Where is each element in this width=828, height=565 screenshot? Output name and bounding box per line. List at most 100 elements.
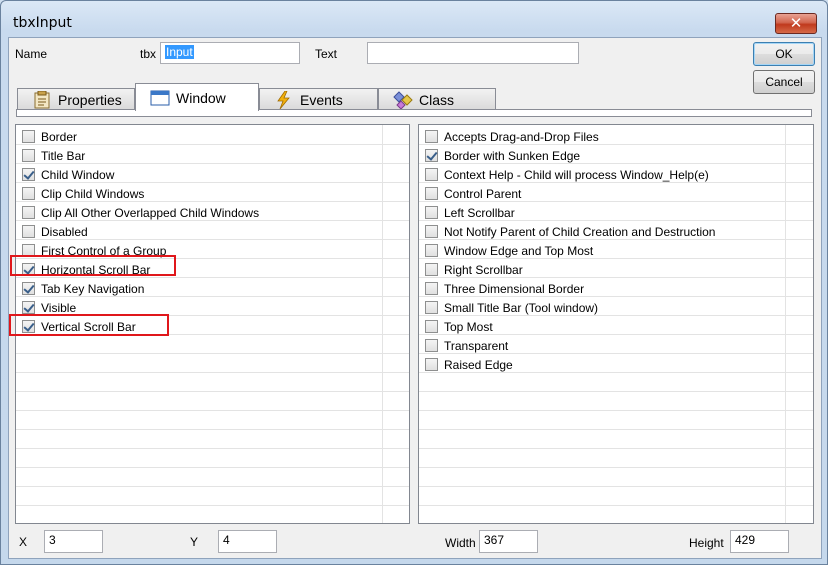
list-item-label: Vertical Scroll Bar <box>41 319 136 334</box>
checkbox[interactable] <box>22 149 35 162</box>
checkbox[interactable] <box>22 187 35 200</box>
list-item[interactable]: Window Edge and Top Most <box>419 241 593 260</box>
list-item[interactable]: Control Parent <box>419 184 521 203</box>
list-item-label: Horizontal Scroll Bar <box>41 262 151 277</box>
text-input[interactable] <box>367 42 579 64</box>
y-input[interactable]: 4 <box>218 530 277 553</box>
list-item[interactable]: Horizontal Scroll Bar <box>16 260 150 279</box>
close-button[interactable]: ✕ <box>775 13 817 34</box>
width-input[interactable]: 367 <box>479 530 538 553</box>
tab-properties[interactable]: Properties <box>17 88 135 110</box>
list-item[interactable]: Clip All Other Overlapped Child Windows <box>16 203 259 222</box>
list-item[interactable]: Disabled <box>16 222 88 241</box>
client-area: Name tbx Input Text OK Cancel Properties… <box>8 37 822 559</box>
tab-class-label: Class <box>419 91 455 108</box>
window-title: tbxInput <box>13 15 72 31</box>
list-item[interactable]: Raised Edge <box>419 355 513 374</box>
checkbox[interactable] <box>425 282 438 295</box>
list-item-label: Clip Child Windows <box>41 186 145 201</box>
checkbox[interactable] <box>22 225 35 238</box>
list-item-label: Context Help - Child will process Window… <box>444 167 709 182</box>
list-item-label: Accepts Drag-and-Drop Files <box>444 129 599 144</box>
list-item[interactable]: Border with Sunken Edge <box>419 146 580 165</box>
title-bar[interactable]: tbxInput ✕ <box>1 1 827 41</box>
list-item[interactable]: Accepts Drag-and-Drop Files <box>419 127 599 146</box>
checkbox[interactable] <box>425 358 438 371</box>
x-input[interactable]: 3 <box>44 530 103 553</box>
x-label: X <box>19 535 28 549</box>
list-item-label: Border with Sunken Edge <box>444 148 581 163</box>
checkbox[interactable] <box>22 301 35 314</box>
checkbox[interactable] <box>22 282 35 295</box>
height-input-value: 429 <box>735 533 756 547</box>
list-item-label: Border <box>41 129 78 144</box>
list-item[interactable]: First Control of a Group <box>16 241 166 260</box>
checkbox[interactable] <box>22 244 35 257</box>
list-item[interactable]: Left Scrollbar <box>419 203 515 222</box>
checkbox[interactable] <box>425 263 438 276</box>
checkbox[interactable] <box>425 206 438 219</box>
ok-button[interactable]: OK <box>753 42 815 66</box>
checkbox[interactable] <box>425 149 438 162</box>
list-item[interactable]: Border <box>16 127 77 146</box>
list-item-label: Window Edge and Top Most <box>444 243 594 258</box>
height-input[interactable]: 429 <box>730 530 789 553</box>
list-item-label: Disabled <box>41 224 88 239</box>
checkbox[interactable] <box>425 320 438 333</box>
list-item[interactable]: Tab Key Navigation <box>16 279 144 298</box>
list-item-label: Clip All Other Overlapped Child Windows <box>41 205 260 220</box>
list-item[interactable]: Child Window <box>16 165 114 184</box>
list-item[interactable]: Right Scrollbar <box>419 260 523 279</box>
list-item[interactable]: Vertical Scroll Bar <box>16 317 136 336</box>
y-input-value: 4 <box>223 533 230 547</box>
list-item-label: Child Window <box>41 167 115 182</box>
list-column-divider <box>785 125 786 523</box>
right-style-list[interactable]: Accepts Drag-and-Drop Files Border with S… <box>418 124 814 524</box>
list-item[interactable]: Transparent <box>419 336 508 355</box>
checkbox[interactable] <box>22 168 35 181</box>
list-item-label: Tab Key Navigation <box>41 281 145 296</box>
checkbox[interactable] <box>425 225 438 238</box>
list-item-label: Visible <box>41 300 77 315</box>
name-input-value: Input <box>165 45 194 59</box>
list-item[interactable]: Context Help - Child will process Window… <box>419 165 709 184</box>
text-label: Text <box>315 47 338 61</box>
list-item-label: Not Notify Parent of Child Creation and … <box>444 224 716 239</box>
list-item[interactable]: Visible <box>16 298 76 317</box>
checkbox[interactable] <box>425 301 438 314</box>
list-item[interactable]: Three Dimensional Border <box>419 279 584 298</box>
lightning-icon <box>274 90 294 109</box>
checkbox[interactable] <box>425 130 438 143</box>
list-item-label: Small Title Bar (Tool window) <box>444 300 599 315</box>
close-icon: ✕ <box>789 14 803 32</box>
ok-button-label: OK <box>775 47 793 61</box>
name-input[interactable]: Input <box>160 42 300 64</box>
properties-icon <box>32 90 52 109</box>
name-prefix: tbx <box>139 47 156 61</box>
list-item[interactable]: Small Title Bar (Tool window) <box>419 298 598 317</box>
list-item[interactable]: Not Notify Parent of Child Creation and … <box>419 222 715 241</box>
list-item[interactable]: Clip Child Windows <box>16 184 144 203</box>
checkbox[interactable] <box>22 130 35 143</box>
list-item-label: First Control of a Group <box>41 243 167 258</box>
checkbox[interactable] <box>425 339 438 352</box>
tab-window[interactable]: Window <box>135 83 259 111</box>
list-item[interactable]: Top Most <box>419 317 493 336</box>
width-input-value: 367 <box>484 533 505 547</box>
checkbox[interactable] <box>22 206 35 219</box>
checkbox[interactable] <box>425 168 438 181</box>
checkbox[interactable] <box>425 187 438 200</box>
checkbox[interactable] <box>425 244 438 257</box>
tab-properties-label: Properties <box>58 91 122 108</box>
left-style-list[interactable]: Border Title Bar Child Window Clip Child Wi… <box>15 124 410 524</box>
height-label: Height <box>689 536 724 550</box>
list-item[interactable]: Title Bar <box>16 146 85 165</box>
dialog-window: tbxInput ✕ Name tbx Input Text OK Cancel <box>0 0 828 565</box>
tab-class[interactable]: Class <box>378 88 496 110</box>
name-prefix-box: tbx <box>71 43 159 65</box>
checkbox[interactable] <box>22 320 35 333</box>
checkbox[interactable] <box>22 263 35 276</box>
class-icon <box>393 90 413 110</box>
x-input-value: 3 <box>49 533 56 547</box>
tab-events[interactable]: Events <box>259 88 378 110</box>
